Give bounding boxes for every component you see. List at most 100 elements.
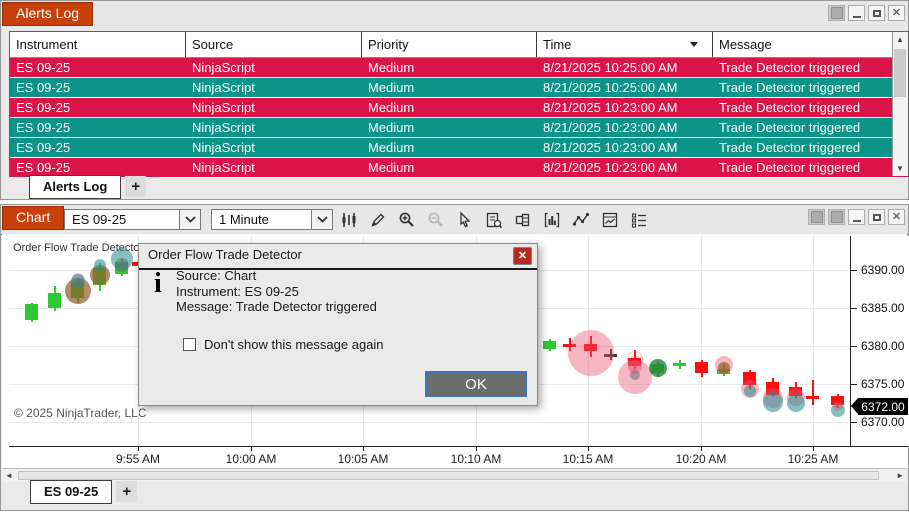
dialog-close-button[interactable]: ✕ [513,247,532,265]
close-button[interactable]: ✕ [888,209,905,225]
alerts-titlebar[interactable]: Alerts Log ✕ [1,1,908,28]
minimize-button[interactable] [848,5,865,21]
alerts-window-title[interactable]: Alerts Log [2,2,93,26]
price-axis-label: 6385.00 [861,301,904,315]
cell-priority: Medium [362,118,537,137]
cell-instrument: ES 09-25 [10,138,186,157]
candle [25,304,38,320]
maximize-button[interactable] [868,209,885,225]
alerts-log-window: Alerts Log ✕ Instrument Source Priority … [0,0,909,200]
order-flow-bubble [763,392,783,412]
interval-selector[interactable]: 1 Minute [211,209,333,230]
dialog-source-line: Source: Chart [176,268,377,284]
link-button[interactable] [828,5,845,21]
cell-message: Trade Detector triggered [713,78,893,97]
candle [673,363,686,366]
table-row[interactable]: ES 09-25NinjaScriptMedium8/21/2025 10:23… [10,98,908,118]
dialog-message: Source: Chart Instrument: ES 09-25 Messa… [176,268,377,315]
chart-titlebar[interactable]: Chart ES 09-25 1 Minute [1,205,908,235]
zoom-in-icon[interactable] [396,209,417,230]
column-header-instrument[interactable]: Instrument [10,32,186,57]
time-tick [701,447,702,451]
table-row[interactable]: ES 09-25NinjaScriptMedium8/21/2025 10:23… [10,138,908,158]
drawing-tools-icon[interactable] [367,209,388,230]
chart-window-title[interactable]: Chart [2,206,64,230]
time-axis-label: 10:05 AM [338,452,389,466]
column-header-time[interactable]: Time [537,32,713,57]
close-icon: ✕ [892,212,901,223]
add-tab-button[interactable]: + [125,176,146,197]
dont-show-again-checkbox[interactable] [183,338,196,351]
minimize-icon [853,220,861,222]
ok-button[interactable]: OK [425,371,527,397]
close-icon: ✕ [892,8,901,19]
table-row[interactable]: ES 09-25NinjaScriptMedium8/21/2025 10:25… [10,58,908,78]
zoom-out-icon[interactable] [425,209,446,230]
maximize-icon [873,214,881,221]
tab-alerts-log[interactable]: Alerts Log [29,175,121,199]
cell-instrument: ES 09-25 [10,98,186,117]
cursor-icon[interactable] [454,209,475,230]
price-axis[interactable]: 6390.006385.006380.006375.006370.006372.… [850,236,909,446]
scrollbar-thumb[interactable] [894,49,906,97]
scroll-up-icon[interactable]: ▲ [893,32,907,47]
gridline [9,422,850,423]
time-axis-label: 9:55 AM [116,452,160,466]
scroll-down-icon[interactable]: ▼ [893,161,907,176]
data-box-icon[interactable] [483,209,504,230]
display-settings-icon[interactable] [628,209,649,230]
cell-time: 8/21/2025 10:25:00 AM [537,58,713,77]
cell-priority: Medium [362,78,537,97]
table-row[interactable]: ES 09-25NinjaScriptMedium8/21/2025 10:25… [10,78,908,98]
candle [543,341,556,349]
close-icon: ✕ [518,251,527,262]
alerts-vertical-scrollbar[interactable]: ▲ ▼ [892,32,908,176]
time-tick [363,447,364,451]
interval-link-button[interactable] [828,209,845,225]
column-header-priority[interactable]: Priority [362,32,537,57]
scroll-left-icon[interactable]: ◄ [5,471,13,480]
chart-style-icon[interactable] [338,209,359,230]
order-flow-bubble [718,362,730,374]
column-header-source[interactable]: Source [186,32,362,57]
alerts-table-body: ES 09-25NinjaScriptMedium8/21/2025 10:25… [10,58,908,178]
dialog-instrument-line: Instrument: ES 09-25 [176,284,377,300]
tab-es-09-25[interactable]: ES 09-25 [30,480,112,504]
scroll-right-icon[interactable]: ► [896,471,904,480]
instrument-link-button[interactable] [808,209,825,225]
table-row[interactable]: ES 09-25NinjaScriptMedium8/21/2025 10:23… [10,118,908,138]
link-icon [831,211,843,223]
alerts-tab-strip: Alerts Log + [1,175,908,199]
chart-properties-icon[interactable] [599,209,620,230]
time-axis-label: 10:20 AM [676,452,727,466]
minimize-button[interactable] [848,209,865,225]
chart-trader-icon[interactable] [512,209,533,230]
maximize-button[interactable] [868,5,885,21]
time-tick [476,447,477,451]
cell-source: NinjaScript [186,98,362,117]
scrollbar-thumb[interactable] [18,471,879,480]
info-icon: i [154,270,162,298]
time-axis-label: 10:00 AM [226,452,277,466]
time-tick [251,447,252,451]
close-button[interactable]: ✕ [888,5,905,21]
cell-instrument: ES 09-25 [10,58,186,77]
indicators-icon[interactable] [541,209,562,230]
dialog-title[interactable]: Order Flow Trade Detector [139,244,537,270]
column-header-message[interactable]: Message [713,32,893,57]
chevron-down-icon[interactable] [311,210,332,229]
cell-message: Trade Detector triggered [713,58,893,77]
time-axis[interactable]: 9:55 AM10:00 AM10:05 AM10:10 AM10:15 AM1… [9,446,908,468]
strategies-icon[interactable] [570,209,591,230]
instrument-selector[interactable]: ES 09-25 [64,209,201,230]
price-tick [851,384,857,385]
chevron-down-icon[interactable] [179,210,200,229]
cell-time: 8/21/2025 10:23:00 AM [537,98,713,117]
dialog-message-line: Message: Trade Detector triggered [176,299,377,315]
price-axis-label: 6375.00 [861,377,904,391]
price-axis-label: 6370.00 [861,415,904,429]
price-axis-label: 6380.00 [861,339,904,353]
alerts-table: Instrument Source Priority Time Message … [9,31,909,177]
add-tab-button[interactable]: + [116,481,137,502]
order-flow-bubble [94,259,106,271]
